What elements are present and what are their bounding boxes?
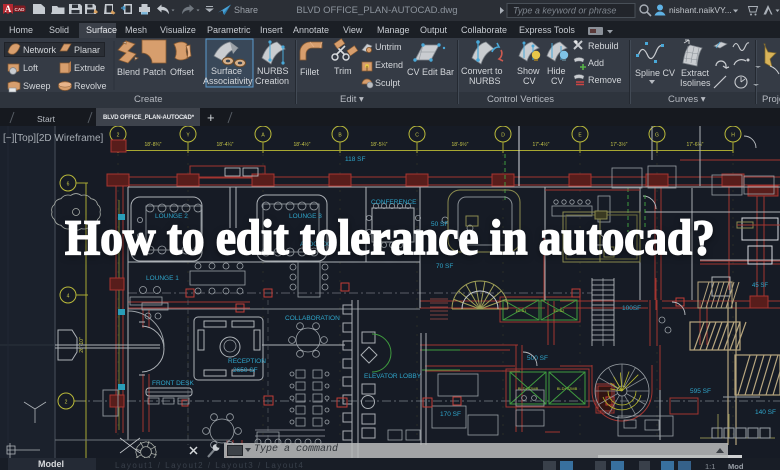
svg-text:2650 SF: 2650 SF — [233, 367, 258, 374]
svg-text:FRONT DESK: FRONT DESK — [152, 380, 194, 387]
svg-text:500 SF: 500 SF — [527, 355, 548, 362]
svg-text:RECEPTION: RECEPTION — [228, 358, 266, 365]
svg-text:nishant.naikVY...: nishant.naikVY... — [669, 5, 732, 15]
svg-text:D: D — [501, 133, 505, 139]
svg-text:H: H — [731, 133, 735, 139]
svg-text:A: A — [5, 4, 12, 14]
svg-text:140 SF: 140 SF — [755, 409, 776, 416]
svg-text:6: 6 — [67, 182, 70, 188]
svg-text:LOUNGE 1: LOUNGE 1 — [146, 275, 179, 282]
svg-text:2: 2 — [117, 133, 120, 139]
svg-text:4: 4 — [67, 294, 70, 300]
svg-text:17'-3½": 17'-3½" — [611, 141, 628, 148]
svg-text:18'-4¼": 18'-4¼" — [217, 142, 234, 148]
svg-text:Share: Share — [234, 5, 258, 15]
svg-text:G: G — [655, 133, 659, 139]
svg-text:Mod: Mod — [728, 462, 744, 470]
svg-text:CONFERENCE: CONFERENCE — [371, 199, 417, 206]
svg-text:BLD+72MB: BLD+72MB — [557, 386, 578, 391]
svg-text:B: B — [338, 133, 342, 139]
svg-text:ELEVATOR LOBBY: ELEVATOR LOBBY — [364, 373, 422, 380]
svg-text:118 SF: 118 SF — [345, 156, 366, 163]
svg-text:17'-6¼": 17'-6¼" — [687, 142, 704, 148]
svg-text:18'-5¼": 18'-5¼" — [371, 142, 388, 148]
svg-text:A: A — [261, 133, 265, 139]
svg-text:Type a keyword or phrase: Type a keyword or phrase — [513, 6, 616, 16]
svg-text:18'-9½": 18'-9½" — [452, 141, 469, 148]
svg-text:18'-8¾": 18'-8¾" — [145, 142, 162, 148]
svg-text:1:1: 1:1 — [705, 462, 715, 470]
svg-text:170 SF: 170 SF — [440, 411, 461, 418]
svg-text:45 SF: 45 SF — [752, 283, 768, 289]
svg-text:COLLABORATION: COLLABORATION — [285, 315, 340, 322]
svg-text:EL-02: EL-02 — [554, 308, 565, 313]
svg-text:BLVD OFFICE_PLAN-AUTOCAD.dwg: BLVD OFFICE_PLAN-AUTOCAD.dwg — [296, 5, 457, 16]
svg-text:CAD: CAD — [15, 7, 26, 12]
svg-text:EL-01: EL-01 — [516, 308, 527, 313]
svg-text:595 SF: 595 SF — [690, 388, 711, 395]
svg-text:18'-4½": 18'-4½" — [294, 141, 311, 148]
svg-text:17'-4½": 17'-4½" — [533, 141, 550, 148]
svg-text:C: C — [415, 133, 419, 139]
svg-text:2: 2 — [65, 400, 68, 406]
svg-text:E: E — [578, 133, 582, 139]
svg-text:Y: Y — [186, 133, 190, 139]
svg-text:100SF: 100SF — [622, 305, 641, 312]
